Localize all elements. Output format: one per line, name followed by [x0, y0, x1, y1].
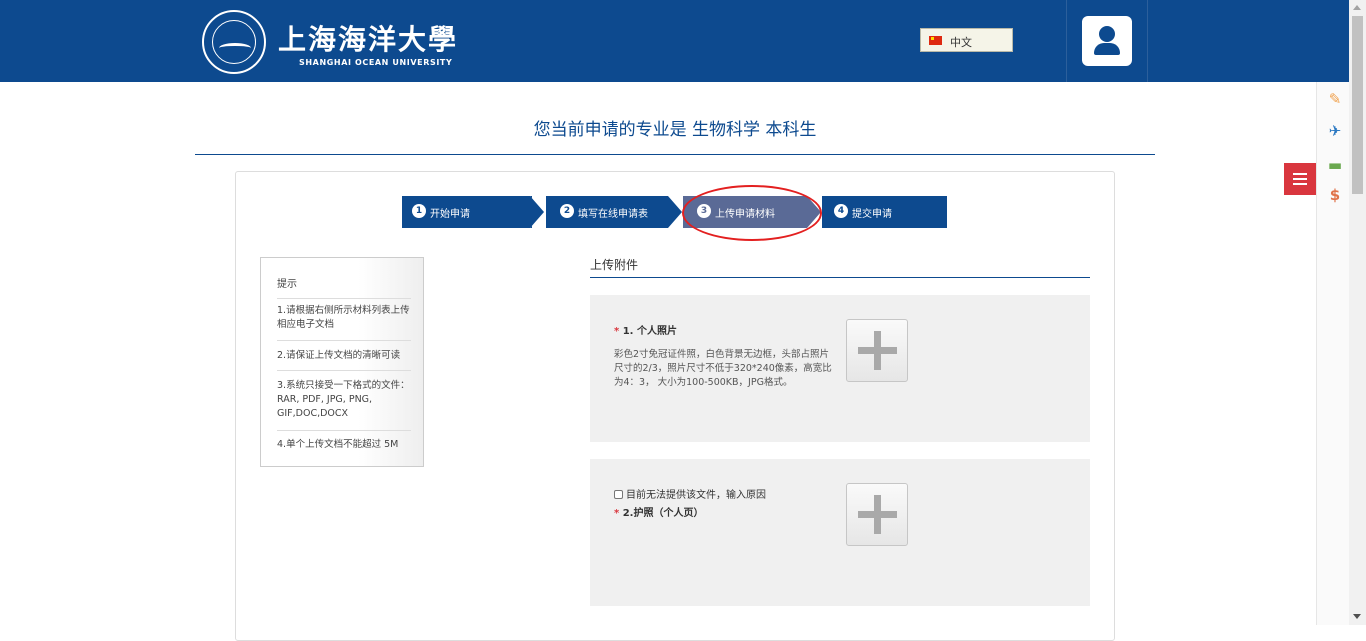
- china-flag-icon: [929, 36, 942, 45]
- step-label: 提交申请: [852, 209, 892, 220]
- passport-label: * 2.护照（个人页）: [614, 504, 703, 519]
- university-name-cn: 上海海洋大學: [278, 23, 459, 56]
- required-marker: *: [614, 508, 620, 519]
- quick-links-sidebar: ✎ ✈ ▬ $: [1316, 82, 1349, 625]
- scroll-down-arrow-icon[interactable]: [1353, 614, 1361, 619]
- tip-item: 4.单个上传文档不能超过 5M: [277, 439, 399, 450]
- plus-icon-bar: [858, 347, 897, 354]
- unavailable-checkbox-row[interactable]: 目前无法提供该文件，输入原因: [614, 486, 766, 501]
- photo-label-text: 1. 个人照片: [622, 326, 677, 337]
- upload-heading: 上传附件: [590, 258, 639, 272]
- hamburger-icon-line: [1293, 178, 1307, 180]
- hamburger-icon-line: [1293, 183, 1307, 185]
- logo-wave-icon: [219, 43, 251, 53]
- photo-label: * 1. 个人照片: [614, 322, 677, 337]
- upload-item-passport: 目前无法提供该文件，输入原因 * 2.护照（个人页）: [590, 459, 1090, 606]
- university-name-en: SHANGHAI OCEAN UNIVERSITY: [299, 58, 453, 67]
- tip-item: 2.请保证上传文档的清晰可读: [277, 350, 401, 361]
- user-icon-body: [1094, 43, 1120, 55]
- plane-icon[interactable]: ✈: [1326, 122, 1344, 140]
- step-arrow-icon: [668, 196, 682, 228]
- bed-icon[interactable]: ▬: [1326, 156, 1344, 174]
- add-photo-button[interactable]: [846, 319, 908, 382]
- dollar-icon[interactable]: $: [1326, 186, 1344, 204]
- required-marker: *: [614, 326, 620, 337]
- add-passport-button[interactable]: [846, 483, 908, 546]
- user-account-button[interactable]: [1082, 16, 1132, 66]
- scroll-up-arrow-icon[interactable]: [1353, 5, 1361, 10]
- logo-inner-ring: [212, 20, 256, 64]
- step-start-application[interactable]: 1 开始申请: [402, 196, 532, 228]
- step-arrow-icon: [530, 196, 544, 228]
- unavailable-checkbox-label[interactable]: 目前无法提供该文件，输入原因: [626, 490, 766, 501]
- menu-toggle-button[interactable]: [1284, 163, 1316, 195]
- tips-divider: [277, 298, 411, 299]
- unavailable-checkbox[interactable]: [614, 490, 623, 499]
- user-panel: [1066, 0, 1148, 82]
- page-scrollbar[interactable]: [1349, 0, 1366, 625]
- photo-requirements: 彩色2寸免冠证件照，白色背景无边框，头部占照片尺寸的2/3，照片尺寸不低于320…: [614, 349, 832, 388]
- upload-divider: [590, 277, 1090, 278]
- step-number: 1: [412, 204, 426, 218]
- university-logo-icon[interactable]: [202, 10, 266, 74]
- title-divider: [195, 154, 1155, 155]
- scroll-thumb[interactable]: [1352, 16, 1363, 194]
- highlight-annotation: [682, 185, 822, 241]
- step-label: 填写在线申请表: [578, 209, 648, 220]
- tips-divider: [277, 430, 411, 431]
- tips-divider: [277, 370, 411, 371]
- tips-box: 提示 1.请根据右侧所示材料列表上传相应电子文档 2.请保证上传文档的清晰可读 …: [260, 257, 424, 467]
- site-header: 上海海洋大學 SHANGHAI OCEAN UNIVERSITY 中文: [0, 0, 1349, 82]
- step-number: 2: [560, 204, 574, 218]
- step-submit-application[interactable]: 4 提交申请: [822, 196, 947, 228]
- user-icon-head: [1099, 26, 1115, 42]
- tips-title: 提示: [277, 279, 297, 290]
- page-title: 您当前申请的专业是 生物科学 本科生: [533, 120, 817, 140]
- passport-label-text: 2.护照（个人页）: [622, 508, 704, 519]
- language-label: 中文: [950, 36, 972, 49]
- tip-item: 3.系统只接受一下格式的文件：RAR, PDF, JPG, PNG, GIF,D…: [277, 380, 410, 419]
- language-selector[interactable]: 中文: [920, 28, 1013, 52]
- plus-icon-bar: [858, 511, 897, 518]
- step-fill-online-form[interactable]: 2 填写在线申请表: [546, 196, 668, 228]
- step-number: 4: [834, 204, 848, 218]
- edit-icon[interactable]: ✎: [1326, 90, 1344, 108]
- tips-divider: [277, 340, 411, 341]
- upload-item-photo: * 1. 个人照片 彩色2寸免冠证件照，白色背景无边框，头部占照片尺寸的2/3，…: [590, 295, 1090, 442]
- tip-item: 1.请根据右侧所示材料列表上传相应电子文档: [277, 305, 410, 330]
- hamburger-icon: [1293, 173, 1307, 175]
- step-label: 开始申请: [430, 209, 470, 220]
